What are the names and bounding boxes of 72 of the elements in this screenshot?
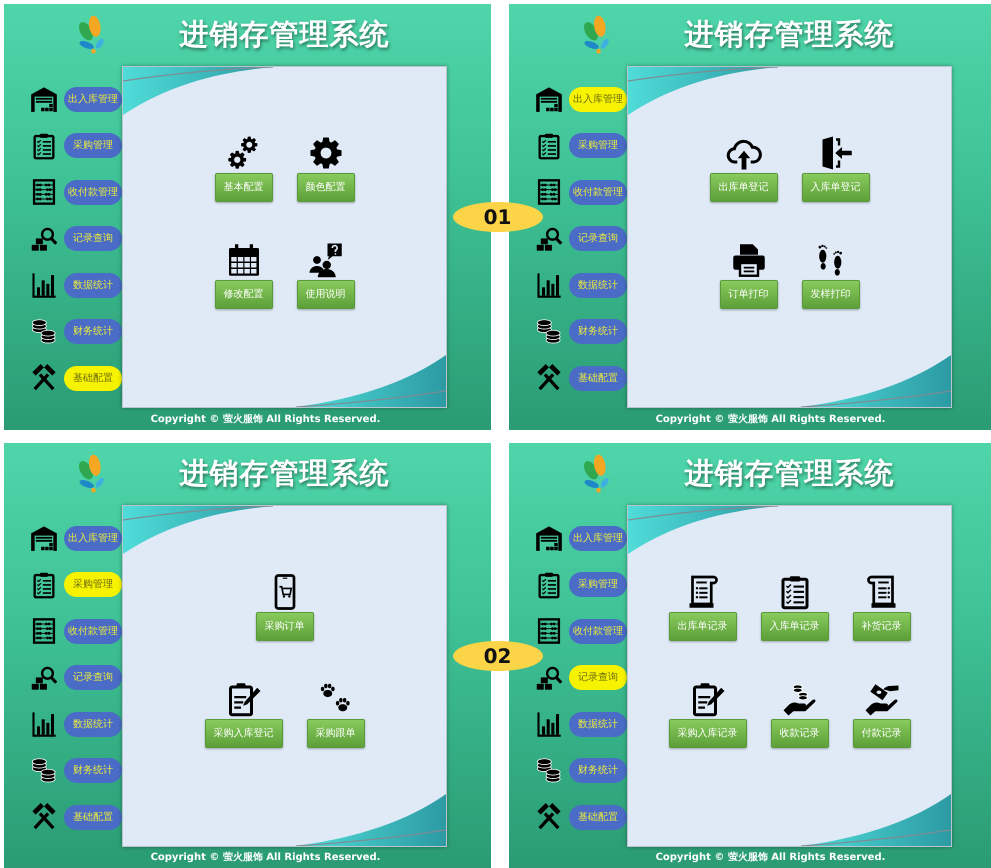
coins-icon bbox=[535, 316, 563, 346]
menu-tile-button[interactable]: 采购入库记录 bbox=[668, 719, 746, 748]
app-title: 进销存管理系统 bbox=[684, 19, 894, 51]
sidebar-menu-button[interactable]: 记录查询 bbox=[64, 226, 122, 251]
menu-tile-button[interactable]: 采购跟单 bbox=[306, 719, 364, 748]
app-title: 进销存管理系统 bbox=[180, 19, 390, 51]
coins-icon bbox=[535, 756, 563, 786]
app-title: 进销存管理系统 bbox=[684, 458, 894, 490]
logo-icon bbox=[581, 14, 611, 56]
sidebar-menu-button[interactable]: 收付款管理 bbox=[64, 618, 122, 644]
sidebar-menu-button[interactable]: 出入库管理 bbox=[569, 526, 627, 550]
people-question-icon bbox=[308, 242, 344, 278]
abacus-icon bbox=[535, 177, 563, 207]
sidebar-menu-button[interactable]: 财务统计 bbox=[569, 319, 627, 344]
copyright-text: Copyright © 萤火服饰 All Rights Reserved. bbox=[656, 850, 886, 865]
abacus-icon bbox=[535, 616, 563, 646]
sidebar-menu-button[interactable]: 出入库管理 bbox=[64, 526, 122, 550]
menu-tile-button[interactable]: 出库单记录 bbox=[668, 612, 736, 641]
printer-icon bbox=[730, 242, 766, 278]
menu-tile-button[interactable]: 入库单记录 bbox=[760, 612, 828, 641]
sidebar-menu-button[interactable]: 基础配置 bbox=[64, 366, 122, 390]
menu-tile-button[interactable]: 颜色配置 bbox=[296, 173, 354, 202]
sidebar-menu-button[interactable]: 基础配置 bbox=[569, 366, 627, 390]
sidebar-menu-button[interactable]: 基础配置 bbox=[569, 804, 627, 830]
crossed-hammers-icon bbox=[535, 802, 563, 832]
crossed-hammers-icon bbox=[30, 802, 58, 832]
menu-tile-button[interactable]: 采购订单 bbox=[256, 612, 314, 641]
app-title: 进销存管理系统 bbox=[180, 458, 390, 490]
menu-tile-button[interactable]: 出库单登记 bbox=[710, 173, 778, 202]
sidebar-menu-button[interactable]: 采购管理 bbox=[64, 572, 122, 597]
sidebar-menu-button[interactable]: 财务统计 bbox=[569, 758, 627, 783]
sidebar-menu-button[interactable]: 记录查询 bbox=[569, 226, 627, 251]
menu-tile-button[interactable]: 入库单登记 bbox=[802, 173, 870, 202]
sidebar-menu-button[interactable]: 数据统计 bbox=[64, 272, 122, 298]
menu-tile-button[interactable]: 采购入库登记 bbox=[204, 719, 282, 748]
logo-icon bbox=[76, 14, 106, 56]
sidebar-menu-button[interactable]: 采购管理 bbox=[569, 133, 627, 158]
sidebar-menu-button[interactable]: 出入库管理 bbox=[569, 86, 627, 112]
menu-tile-button[interactable]: 修改配置 bbox=[214, 280, 272, 309]
sidebar-menu-button[interactable]: 记录查询 bbox=[64, 665, 122, 690]
sidebar-menu-button[interactable]: 基础配置 bbox=[64, 804, 122, 830]
crossed-hammers-icon bbox=[30, 363, 58, 393]
coins-icon bbox=[30, 756, 58, 786]
sidebar-menu-button[interactable]: 数据统计 bbox=[64, 712, 122, 736]
coins-icon bbox=[30, 316, 58, 346]
sidebar-menu-button[interactable]: 收付款管理 bbox=[569, 180, 627, 204]
copyright-text: Copyright © 萤火服饰 All Rights Reserved. bbox=[656, 412, 886, 426]
copyright-text: Copyright © 萤火服饰 All Rights Reserved. bbox=[150, 412, 380, 426]
crossed-hammers-icon bbox=[535, 363, 563, 393]
sidebar-menu-button[interactable]: 收付款管理 bbox=[64, 180, 122, 204]
sidebar-menu-button[interactable]: 数据统计 bbox=[569, 272, 627, 298]
menu-tile-button[interactable]: 使用说明 bbox=[296, 280, 354, 309]
gear-icon bbox=[308, 135, 344, 171]
menu-tile-button[interactable]: 订单打印 bbox=[720, 280, 778, 309]
menu-tile-button[interactable]: 发样打印 bbox=[802, 280, 860, 309]
sidebar-menu-button[interactable]: 数据统计 bbox=[569, 712, 627, 736]
sidebar-menu-button[interactable]: 采购管理 bbox=[64, 133, 122, 158]
sidebar-menu-button[interactable]: 财务统计 bbox=[64, 319, 122, 344]
logo-icon bbox=[581, 453, 611, 495]
sidebar-menu-button[interactable]: 收付款管理 bbox=[569, 618, 627, 644]
menu-tile-button[interactable]: 付款记录 bbox=[852, 719, 910, 748]
menu-tile-button[interactable]: 收款记录 bbox=[770, 719, 828, 748]
menu-tile-button[interactable]: 补货记录 bbox=[852, 612, 910, 641]
sidebar-menu-button[interactable]: 记录查询 bbox=[569, 665, 627, 690]
sidebar-menu-button[interactable]: 出入库管理 bbox=[64, 86, 122, 112]
copyright-text: Copyright © 萤火服饰 All Rights Reserved. bbox=[150, 850, 380, 865]
sidebar-menu-button[interactable]: 财务统计 bbox=[64, 758, 122, 783]
menu-tile-button[interactable]: 基本配置 bbox=[214, 173, 272, 202]
sidebar-menu-button[interactable]: 采购管理 bbox=[569, 572, 627, 597]
abacus-icon bbox=[30, 616, 58, 646]
abacus-icon bbox=[30, 177, 58, 207]
logo-icon bbox=[76, 453, 106, 495]
